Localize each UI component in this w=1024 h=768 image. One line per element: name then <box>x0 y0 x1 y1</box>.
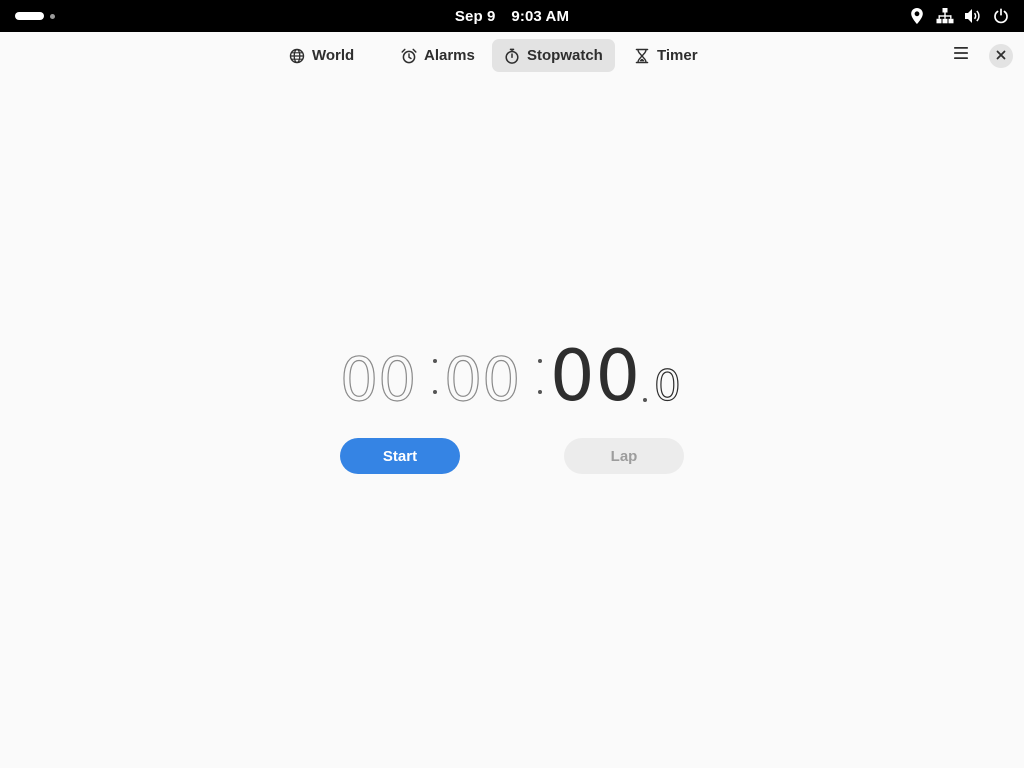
header-bar: World Alarms Stopwatch Timer <box>0 32 1024 78</box>
activities-indicator[interactable] <box>15 11 57 21</box>
hours-value: 00 <box>339 345 417 415</box>
seconds-tenths-separator <box>643 398 647 402</box>
system-tray[interactable] <box>908 6 1010 26</box>
hours-minutes-separator <box>433 356 438 396</box>
system-date[interactable]: Sep 9 <box>455 8 496 25</box>
view-switcher: World Alarms Stopwatch Timer <box>276 39 711 72</box>
hamburger-menu-icon <box>953 46 969 65</box>
minutes-value: 00 <box>443 345 521 415</box>
workspace-dot <box>50 14 55 19</box>
system-time[interactable]: 9:03 AM <box>511 8 569 25</box>
tab-alarms[interactable]: Alarms <box>386 39 486 72</box>
stopwatch-time-display: 00 00 00 0 <box>339 335 690 418</box>
seconds-value: 00 <box>550 335 642 417</box>
main-menu-button[interactable] <box>944 41 978 69</box>
tab-world-label: World <box>312 47 355 64</box>
hourglass-icon <box>634 48 650 64</box>
system-top-bar: Sep 9 9:03 AM <box>0 0 1024 32</box>
tab-timer[interactable]: Timer <box>621 39 711 72</box>
tab-world[interactable]: World <box>276 39 380 72</box>
start-button[interactable]: Start <box>340 438 460 474</box>
location-icon <box>908 7 926 25</box>
close-window-button[interactable] <box>989 44 1013 68</box>
tenths-value: 0 <box>653 361 681 410</box>
power-icon <box>992 7 1010 25</box>
alarm-clock-icon <box>401 48 417 64</box>
date-time-display: Sep 9 9:03 AM <box>0 0 1024 32</box>
minutes-seconds-separator <box>538 356 543 396</box>
globe-icon <box>289 48 305 64</box>
network-icon <box>936 7 954 25</box>
tab-stopwatch-label: Stopwatch <box>527 47 603 64</box>
close-icon <box>996 47 1006 65</box>
tab-stopwatch[interactable]: Stopwatch <box>492 39 615 72</box>
volume-icon <box>964 7 982 25</box>
stopwatch-icon <box>504 48 520 64</box>
lap-button[interactable]: Lap <box>564 438 684 474</box>
tab-alarms-label: Alarms <box>424 47 475 64</box>
workspace-active-pill <box>15 12 44 20</box>
tab-timer-label: Timer <box>657 47 698 64</box>
